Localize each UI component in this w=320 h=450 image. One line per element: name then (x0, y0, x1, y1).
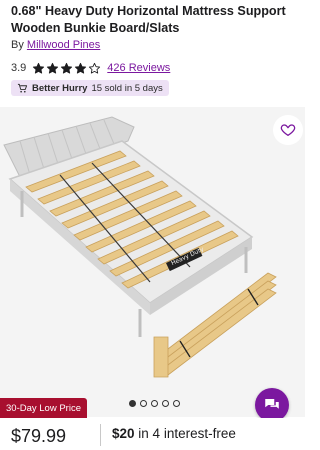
chat-button[interactable] (255, 388, 289, 422)
product-title: 0.68" Heavy Duty Horizontal Mattress Sup… (11, 4, 286, 35)
rating-value: 3.9 (11, 62, 27, 74)
carousel-dot[interactable] (162, 400, 169, 407)
reviews-link[interactable]: 426 Reviews (107, 62, 170, 74)
star-rating (32, 62, 101, 75)
star-filled-icon (61, 62, 73, 74)
installment-text: in 4 interest-free (138, 426, 236, 441)
cart-icon (17, 83, 28, 93)
brand-link[interactable]: Millwood Pines (27, 39, 100, 51)
installment-amount: $20 (112, 426, 135, 441)
star-filled-icon (75, 62, 87, 74)
carousel-dot[interactable] (129, 400, 136, 407)
by-prefix: By (11, 39, 24, 51)
bed-frame-illustration (3, 116, 277, 378)
product-image[interactable]: Heavy Duty (0, 107, 305, 417)
price: $79.99 (11, 426, 67, 446)
rating-row: 3.9 426 Reviews (11, 60, 170, 76)
favorite-button[interactable] (273, 115, 303, 145)
carousel-dots (129, 400, 180, 407)
star-empty-icon (89, 62, 101, 74)
low-price-tag: 30-Day Low Price (0, 398, 87, 418)
urgency-badge: Better Hurry 15 sold in 5 days (11, 80, 169, 96)
heart-icon (280, 124, 296, 136)
price-bar: $79.99 $20 in 4 interest-free (0, 418, 305, 450)
price-divider (100, 424, 101, 446)
byline: By Millwood Pines (11, 39, 100, 51)
carousel-dot[interactable] (151, 400, 158, 407)
star-filled-icon (47, 62, 59, 74)
carousel-dot[interactable] (140, 400, 147, 407)
badge-strong: Better Hurry (32, 82, 88, 94)
installment-offer[interactable]: $20 in 4 interest-free (112, 426, 236, 441)
star-filled-icon (33, 62, 45, 74)
carousel-dot[interactable] (173, 400, 180, 407)
chat-icon (265, 399, 279, 409)
badge-text: 15 sold in 5 days (91, 82, 163, 94)
